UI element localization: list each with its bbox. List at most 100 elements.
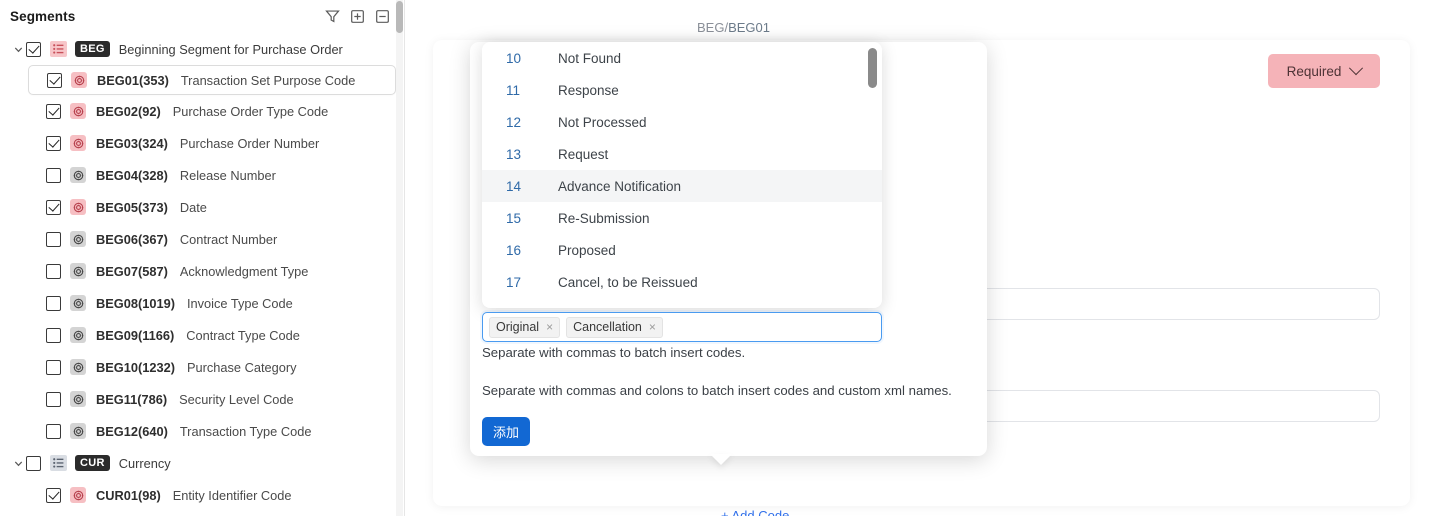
code-option[interactable]: 10Not Found [482, 42, 882, 74]
tag-chip-label: Cancellation [573, 320, 642, 334]
tree-element-row[interactable]: BEG05(373)Date [0, 191, 404, 223]
element-checkbox[interactable] [46, 168, 61, 183]
tree-element-row[interactable]: BEG09(1166)Contract Type Code [0, 319, 404, 351]
element-code: BEG04(328) [96, 168, 168, 183]
tree-element-row[interactable]: BEG03(324) Purchase Order Number [0, 127, 404, 159]
element-checkbox[interactable] [46, 200, 61, 215]
tree-segment-row[interactable]: BEGBeginning Segment for Purchase Order [0, 33, 404, 65]
code-option[interactable]: 11Response [482, 74, 882, 106]
tree-element-row[interactable]: BEG07(587)Acknowledgment Type [0, 255, 404, 287]
tree-element-row[interactable]: CUR01(98)Entity Identifier Code [0, 479, 404, 511]
expand-all-icon[interactable] [350, 9, 365, 24]
data-element-icon [70, 231, 86, 247]
segments-sidebar: Segments BEGBeginning Segment for Purcha… [0, 0, 405, 516]
code-option[interactable]: 16Proposed [482, 234, 882, 266]
data-element-icon [70, 199, 86, 215]
element-checkbox[interactable] [46, 136, 61, 151]
element-checkbox[interactable] [46, 264, 61, 279]
element-label: Security Level Code [179, 392, 294, 407]
code-option-number: 10 [506, 51, 558, 66]
app-root: Segments BEGBeginning Segment for Purcha… [0, 0, 1440, 516]
tree-segment-row[interactable]: CUR Currency [0, 447, 404, 479]
tree-element-row[interactable]: BEG06(367)Contract Number [0, 223, 404, 255]
filter-icon[interactable] [325, 9, 340, 24]
code-option-label: Advance Notification [558, 179, 681, 194]
chevron-down-icon[interactable] [10, 455, 26, 471]
code-option-number: 11 [506, 83, 558, 98]
code-option[interactable]: 17Cancel, to be Reissued [482, 266, 882, 298]
segment-tag: CUR [75, 455, 110, 471]
dropdown-scrollbar-thumb[interactable] [868, 48, 877, 88]
code-option-number: 12 [506, 115, 558, 130]
element-label: Acknowledgment Type [180, 264, 309, 279]
segments-tree: BEGBeginning Segment for Purchase OrderB… [0, 30, 404, 511]
data-element-icon [70, 327, 86, 343]
tag-chip[interactable]: Original × [489, 317, 560, 338]
code-option[interactable]: 13Request [482, 138, 882, 170]
code-option-number: 17 [506, 275, 558, 290]
tree-element-row[interactable]: BEG02(92)Purchase Order Type Code [0, 95, 404, 127]
data-element-icon [70, 263, 86, 279]
element-label: Purchase Category [187, 360, 297, 375]
code-option[interactable]: 14Advance Notification [482, 170, 882, 202]
collapse-all-icon[interactable] [375, 9, 390, 24]
element-checkbox[interactable] [46, 392, 61, 407]
tree-element-row[interactable]: BEG11(786)Security Level Code [0, 383, 404, 415]
code-option[interactable]: 15Re-Submission [482, 202, 882, 234]
tree-element-row[interactable]: BEG12(640)Transaction Type Code [0, 415, 404, 447]
add-submit-button[interactable]: 添加 [482, 417, 530, 446]
code-option[interactable]: 12Not Processed [482, 106, 882, 138]
element-label: Date [180, 200, 207, 215]
data-element-icon [70, 103, 86, 119]
tag-chip[interactable]: Cancellation × [566, 317, 663, 338]
element-checkbox[interactable] [46, 296, 61, 311]
code-option-number: 15 [506, 211, 558, 226]
element-checkbox[interactable] [47, 73, 62, 88]
tag-remove-icon[interactable]: × [546, 321, 553, 333]
element-checkbox[interactable] [46, 424, 61, 439]
chevron-down-icon[interactable] [10, 41, 26, 57]
tree-element-row[interactable]: BEG04(328) Release Number [0, 159, 404, 191]
segment-checkbox[interactable] [26, 42, 41, 57]
element-code: BEG08(1019) [96, 296, 175, 311]
element-code: BEG09(1166) [96, 328, 174, 343]
element-label: Purchase Order Number [180, 136, 319, 151]
help-text-commas-colons: Separate with commas and colons to batch… [482, 383, 952, 398]
code-option-number: 13 [506, 147, 558, 162]
element-label: Invoice Type Code [187, 296, 293, 311]
add-code-popover: 10Not Found11Response12Not Processed13Re… [470, 42, 987, 456]
segment-label: Currency [119, 456, 171, 471]
required-label: Required [1287, 64, 1342, 79]
code-option-label: Re-Submission [558, 211, 650, 226]
tag-chip-label: Original [496, 320, 539, 334]
required-dropdown-button[interactable]: Required [1268, 54, 1380, 88]
element-label: Transaction Type Code [180, 424, 312, 439]
page-title: Segments [10, 9, 75, 24]
data-element-icon [71, 72, 87, 88]
element-label: Release Number [180, 168, 276, 183]
tag-remove-icon[interactable]: × [649, 321, 656, 333]
tree-element-row[interactable]: BEG08(1019) Invoice Type Code [0, 287, 404, 319]
data-element-icon [70, 391, 86, 407]
sidebar-scrollbar-thumb[interactable] [396, 1, 403, 33]
breadcrumb-current: BEG01 [728, 20, 770, 35]
data-element-icon [70, 295, 86, 311]
breadcrumb-parent[interactable]: BEG [697, 20, 724, 35]
segment-checkbox[interactable] [26, 456, 41, 471]
element-checkbox[interactable] [46, 328, 61, 343]
element-code: CUR01(98) [96, 488, 161, 503]
code-tags-input[interactable]: Original × Cancellation × [482, 312, 882, 342]
add-code-link[interactable]: + Add Code [721, 508, 789, 516]
element-checkbox[interactable] [46, 104, 61, 119]
code-option-label: Request [558, 147, 608, 162]
element-checkbox[interactable] [46, 360, 61, 375]
element-code: BEG03(324) [96, 136, 168, 151]
sidebar-header: Segments [0, 2, 404, 30]
tree-element-row[interactable]: BEG01(353)Transaction Set Purpose Code [28, 65, 396, 95]
data-element-icon [70, 423, 86, 439]
code-option-label: Proposed [558, 243, 616, 258]
element-checkbox[interactable] [46, 232, 61, 247]
element-checkbox[interactable] [46, 488, 61, 503]
segment-list-icon [50, 41, 67, 57]
tree-element-row[interactable]: BEG10(1232)Purchase Category [0, 351, 404, 383]
